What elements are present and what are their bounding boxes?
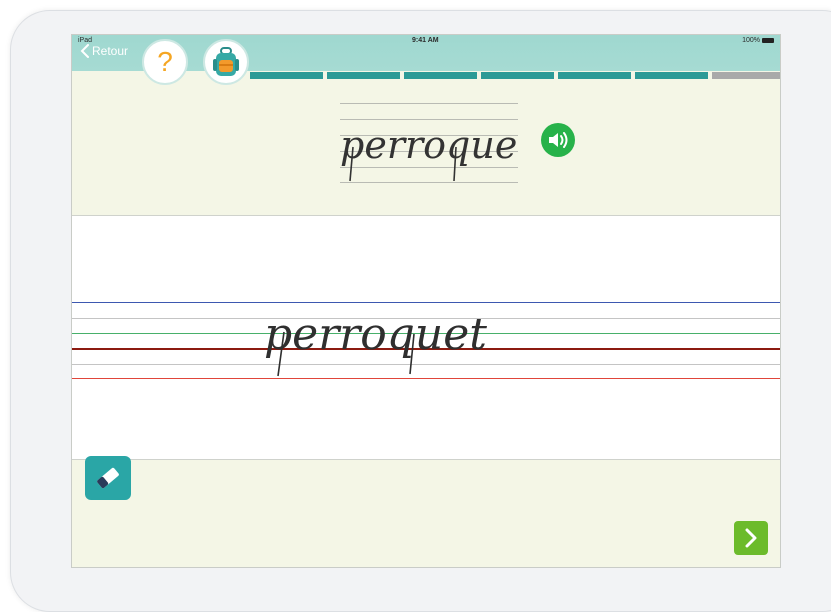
progress-segment xyxy=(327,72,400,79)
back-label: Retour xyxy=(92,44,129,58)
battery-icon xyxy=(762,37,774,43)
model-ruled-lines: perroquet xyxy=(340,103,518,183)
progress-segment xyxy=(404,72,477,79)
back-button[interactable]: Retour xyxy=(80,44,128,58)
backpack-icon xyxy=(213,47,239,76)
progress-segment xyxy=(481,72,554,79)
eraser-icon xyxy=(97,467,119,489)
progress-bar xyxy=(250,72,780,79)
chevron-left-icon xyxy=(80,44,89,58)
chevron-right-icon xyxy=(745,528,757,548)
battery-indicator: 100% xyxy=(742,37,774,44)
question-mark-icon: ? xyxy=(157,46,173,77)
battery-label: 100% xyxy=(742,37,760,44)
carrier-label: iPad xyxy=(78,37,93,44)
progress-segment xyxy=(712,72,780,79)
play-sound-button[interactable] xyxy=(541,123,575,157)
progress-segment xyxy=(558,72,631,79)
model-word-area: perroquet xyxy=(72,79,780,215)
handwritten-word-svg: perroquet xyxy=(264,312,487,377)
handwriting-canvas[interactable]: perroquet xyxy=(72,215,780,460)
eraser-button[interactable] xyxy=(85,456,131,500)
clock: 9:41 AM xyxy=(412,37,439,44)
next-button[interactable] xyxy=(734,521,768,555)
progress-segment xyxy=(635,72,708,79)
model-word: perroquet xyxy=(340,123,518,167)
speaker-icon xyxy=(549,132,568,148)
progress-segment xyxy=(250,72,323,79)
guide-line-blue xyxy=(72,302,780,303)
handwritten-word: perroquet xyxy=(264,312,487,360)
app-screen: iPad 9:41 AM 100% Retour ? perroquet per… xyxy=(71,34,781,568)
model-word-svg: perroquet xyxy=(340,123,518,182)
